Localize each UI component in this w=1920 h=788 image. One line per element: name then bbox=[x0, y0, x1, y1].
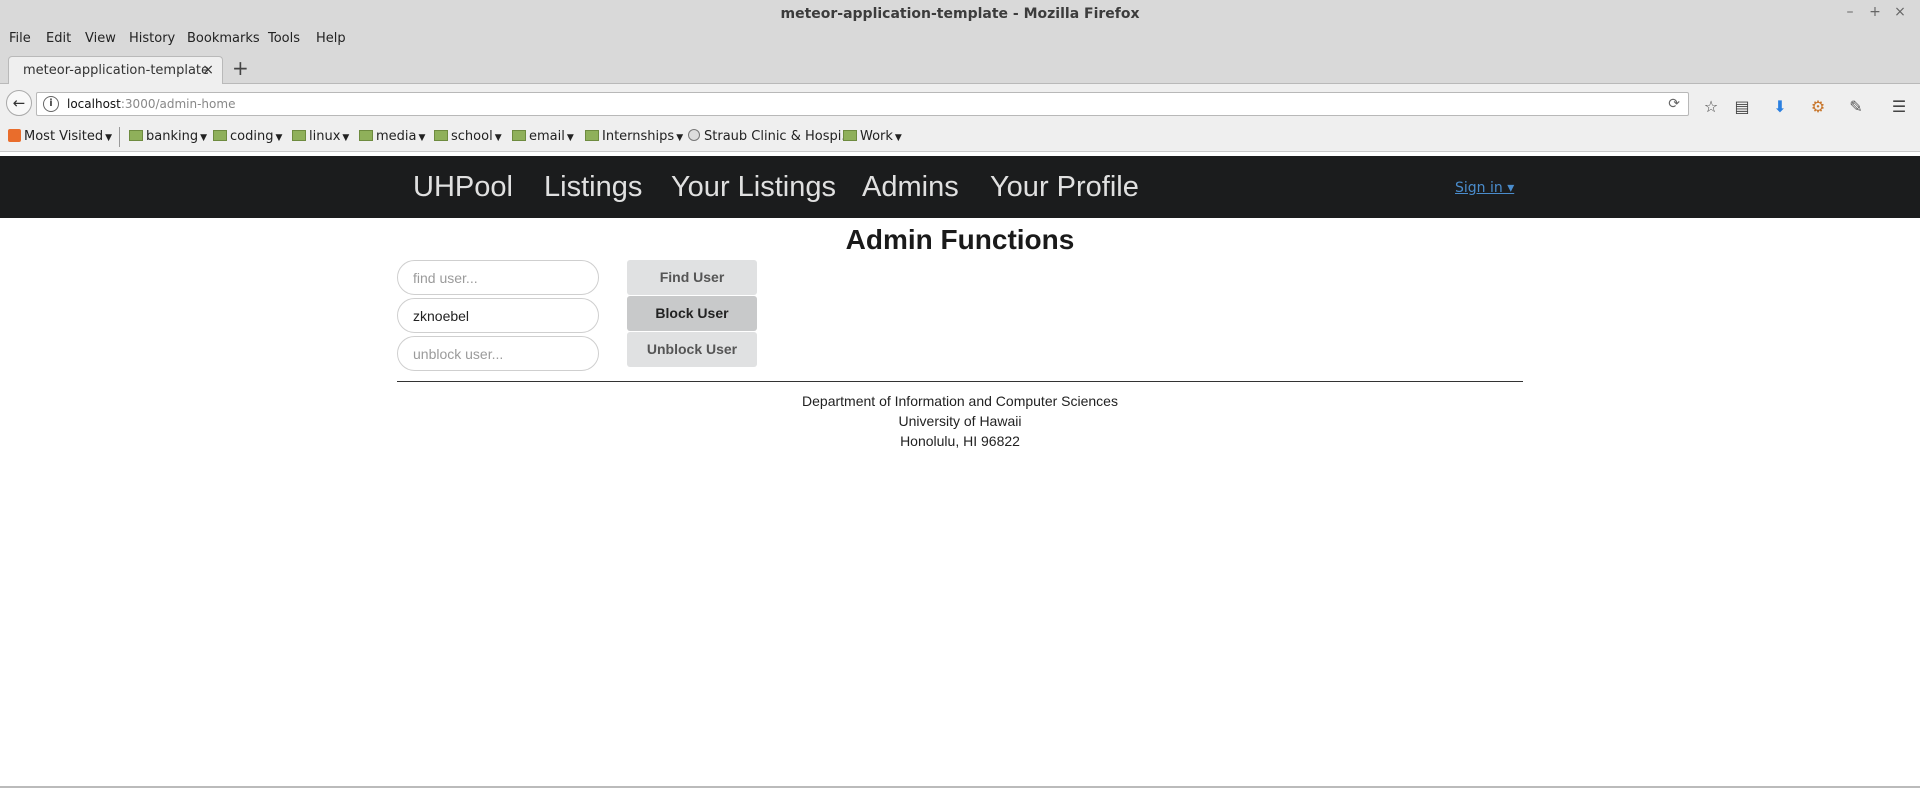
eyedropper-icon[interactable]: ✎ bbox=[1845, 97, 1867, 116]
tab-strip: meteor-application-template × bbox=[0, 52, 1920, 85]
bookmark-star-icon[interactable]: ☆ bbox=[1700, 97, 1722, 116]
bookmark-folder-work[interactable]: Work ▼ bbox=[843, 129, 902, 144]
bookmark-folder-email[interactable]: email ▼ bbox=[512, 129, 574, 144]
bookmark-folder-banking[interactable]: banking ▼ bbox=[129, 129, 207, 144]
footer-address: Honolulu, HI 96822 bbox=[900, 433, 1020, 449]
url-bar[interactable]: i localhost:3000/admin-home ⟳ bbox=[36, 92, 1689, 116]
nav-link-listings[interactable]: Listings bbox=[544, 171, 642, 204]
bookmark-folder-coding[interactable]: coding ▼ bbox=[213, 129, 282, 144]
chevron-down-icon: ▼ bbox=[342, 133, 350, 143]
bookmark-folder-linux[interactable]: linux ▼ bbox=[292, 129, 349, 144]
window-title: meteor-application-template - Mozilla Fi… bbox=[780, 6, 1140, 22]
bookmarks-toolbar: Most Visited ▼ banking ▼ coding ▼ linux ▼ me… bbox=[0, 122, 1920, 152]
nav-brand-uhpool[interactable]: UHPool bbox=[413, 171, 513, 204]
block-user-button[interactable]: Block User bbox=[627, 296, 757, 331]
minimize-button[interactable]: – bbox=[1841, 4, 1859, 20]
menu-file[interactable]: File bbox=[9, 31, 31, 46]
folder-icon bbox=[292, 130, 306, 141]
reload-icon[interactable]: ⟳ bbox=[1668, 96, 1680, 112]
folder-icon bbox=[512, 130, 526, 141]
bookmark-label: Straub Clinic & Hospi... bbox=[704, 129, 854, 144]
folder-icon bbox=[843, 130, 857, 141]
block-user-input[interactable] bbox=[397, 298, 599, 333]
reading-list-icon[interactable]: ▤ bbox=[1731, 97, 1753, 116]
bookmark-label: linux bbox=[309, 129, 341, 144]
most-visited-icon bbox=[8, 129, 21, 142]
bookmark-folder-school[interactable]: school ▼ bbox=[434, 129, 502, 144]
nav-link-admins[interactable]: Admins bbox=[862, 171, 959, 204]
bookmark-label: banking bbox=[146, 129, 199, 144]
bookmarks-separator bbox=[119, 127, 120, 147]
chevron-down-icon: ▼ bbox=[894, 133, 902, 143]
navigation-toolbar: ← i localhost:3000/admin-home ⟳ ☆ ▤ ⬇ ⚙ … bbox=[0, 84, 1920, 122]
new-tab-icon[interactable]: + bbox=[232, 56, 249, 80]
unblock-user-input[interactable] bbox=[397, 336, 599, 371]
chevron-down-icon: ▼ bbox=[200, 133, 208, 143]
bookmark-label: media bbox=[376, 129, 417, 144]
find-user-button[interactable]: Find User bbox=[627, 260, 757, 295]
footer-department: Department of Information and Computer S… bbox=[802, 393, 1118, 409]
bookmark-folder-media[interactable]: media ▼ bbox=[359, 129, 425, 144]
info-icon[interactable]: i bbox=[43, 96, 59, 112]
folder-icon bbox=[213, 130, 227, 141]
folder-icon bbox=[585, 130, 599, 141]
nav-link-your-listings[interactable]: Your Listings bbox=[671, 171, 836, 204]
url-path: :3000/admin-home bbox=[120, 97, 236, 111]
bookmark-label: coding bbox=[230, 129, 274, 144]
menu-bar: File Edit View History Bookmarks Tools H… bbox=[0, 28, 1920, 52]
bookmark-label: school bbox=[451, 129, 493, 144]
chevron-down-icon: ▼ bbox=[494, 133, 502, 143]
app-navbar: UHPool Listings Your Listings Admins You… bbox=[0, 156, 1920, 218]
chevron-down-icon: ▼ bbox=[275, 133, 283, 143]
close-tab-icon[interactable]: × bbox=[202, 62, 214, 78]
find-user-input[interactable] bbox=[397, 260, 599, 295]
bookmark-straub-clinic[interactable]: Straub Clinic & Hospi... bbox=[688, 129, 854, 144]
sign-in-dropdown[interactable]: Sign in ▾ bbox=[1455, 180, 1514, 196]
downloads-icon[interactable]: ⬇ bbox=[1769, 97, 1791, 116]
folder-icon bbox=[129, 130, 143, 141]
menu-help[interactable]: Help bbox=[316, 31, 346, 46]
close-window-button[interactable]: × bbox=[1891, 4, 1909, 20]
footer-divider bbox=[397, 381, 1523, 382]
bookmark-label: email bbox=[529, 129, 565, 144]
globe-icon bbox=[688, 129, 700, 141]
chevron-down-icon: ▼ bbox=[418, 133, 426, 143]
bookmark-most-visited[interactable]: Most Visited ▼ bbox=[8, 129, 112, 144]
chevron-down-icon: ▼ bbox=[566, 133, 574, 143]
tab-meteor-app[interactable]: meteor-application-template × bbox=[8, 56, 223, 85]
menu-edit[interactable]: Edit bbox=[46, 31, 71, 46]
bookmark-label: Work bbox=[860, 129, 893, 144]
window-titlebar: meteor-application-template - Mozilla Fi… bbox=[0, 0, 1920, 28]
bookmark-label: Most Visited bbox=[24, 129, 104, 144]
unblock-user-button[interactable]: Unblock User bbox=[627, 332, 757, 367]
bookmark-label: Internships bbox=[602, 129, 675, 144]
menu-view[interactable]: View bbox=[85, 31, 116, 46]
menu-bookmarks[interactable]: Bookmarks bbox=[187, 31, 260, 46]
page-title: Admin Functions bbox=[845, 224, 1075, 255]
maximize-button[interactable]: + bbox=[1866, 4, 1884, 20]
extension-icon[interactable]: ⚙ bbox=[1807, 97, 1829, 116]
menu-tools[interactable]: Tools bbox=[268, 31, 300, 46]
url-text: localhost:3000/admin-home bbox=[67, 97, 235, 111]
tab-label: meteor-application-template bbox=[23, 63, 209, 78]
url-host: localhost bbox=[67, 97, 121, 111]
hamburger-menu-icon[interactable]: ☰ bbox=[1888, 97, 1910, 116]
bookmark-folder-internships[interactable]: Internships ▼ bbox=[585, 129, 683, 144]
folder-icon bbox=[434, 130, 448, 141]
folder-icon bbox=[359, 130, 373, 141]
nav-link-your-profile[interactable]: Your Profile bbox=[990, 171, 1139, 204]
chevron-down-icon: ▼ bbox=[105, 133, 113, 143]
chevron-down-icon: ▼ bbox=[676, 133, 684, 143]
footer-university: University of Hawaii bbox=[898, 413, 1022, 429]
menu-history[interactable]: History bbox=[129, 31, 175, 46]
back-arrow-icon[interactable]: ← bbox=[6, 90, 32, 116]
